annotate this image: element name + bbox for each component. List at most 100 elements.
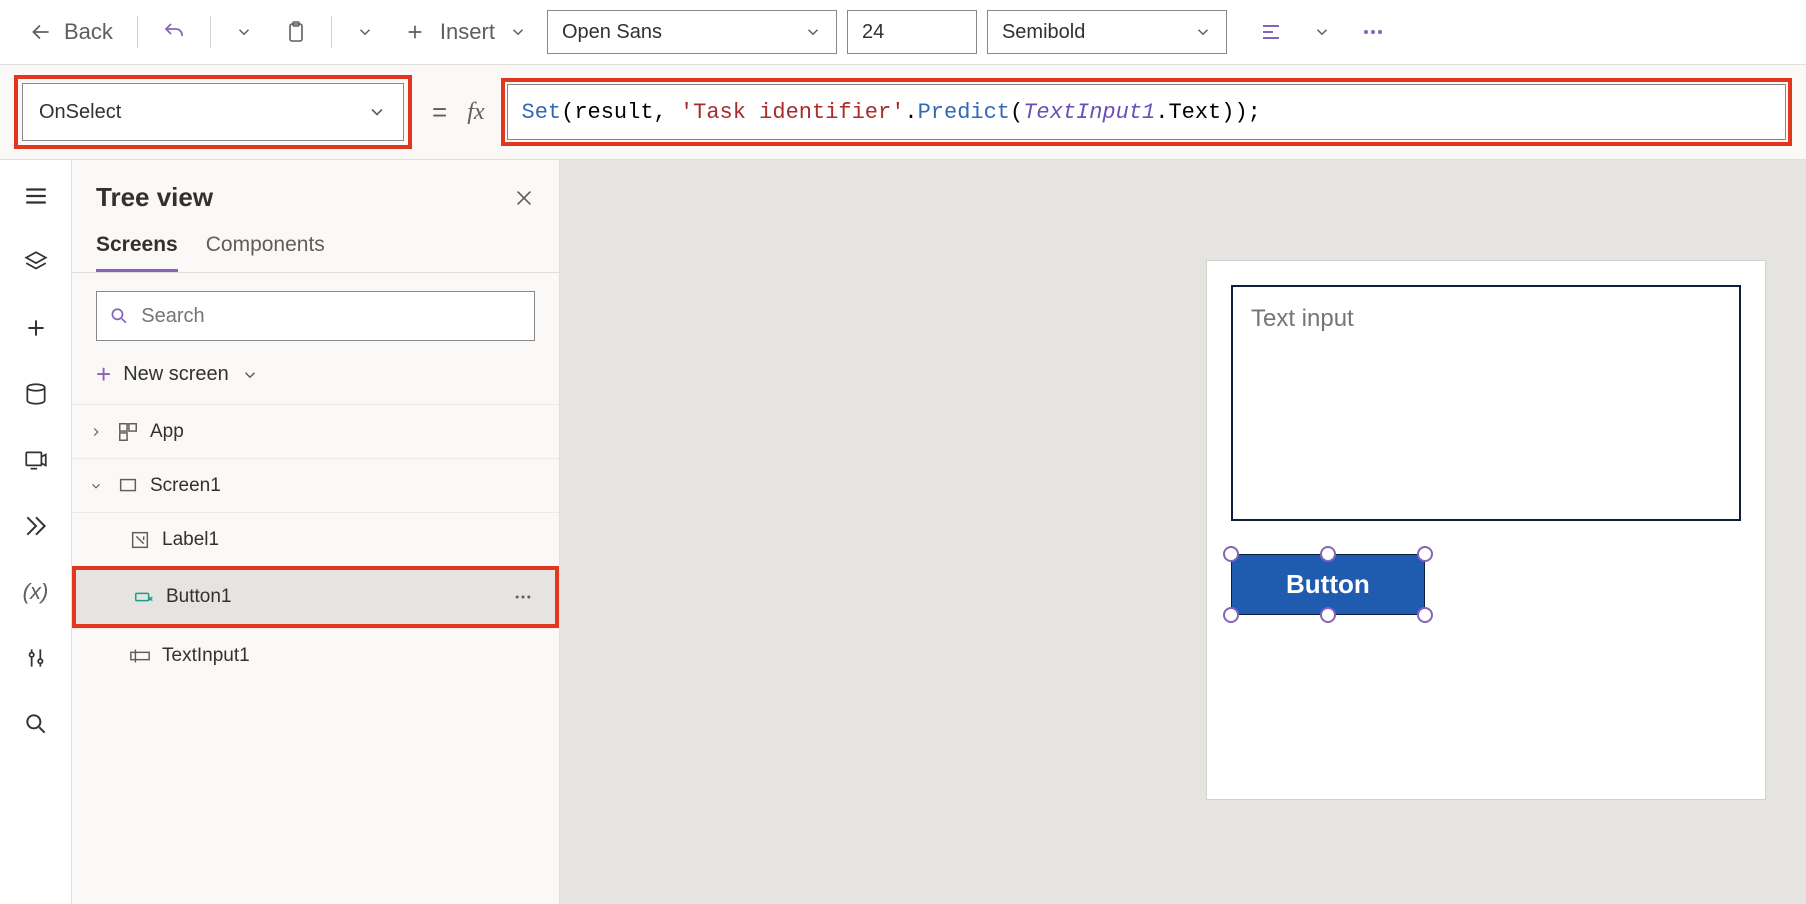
tree-item-label: Button1 [166,586,232,608]
formula-token: .Text)); [1155,100,1261,125]
separator [210,16,211,48]
hamburger-button[interactable] [12,172,60,220]
chevron-down-icon [1194,23,1212,41]
new-screen-button[interactable]: + New screen [72,351,559,404]
button-icon [132,586,156,608]
formula-token: Set [522,100,562,125]
back-button[interactable]: Back [18,13,123,51]
equals-sign: = [428,97,451,128]
search-icon [23,711,49,737]
more-icon [513,587,533,607]
variable-icon: (x) [23,579,49,605]
app-icon [116,421,140,443]
chevron-down-icon [235,23,253,41]
paste-button[interactable] [273,14,317,50]
tree-item-textinput1[interactable]: TextInput1 [72,628,559,682]
more-button[interactable] [1351,14,1395,50]
chevron-down-icon [86,479,106,493]
clipboard-icon [283,20,307,44]
tree-tabs: Screens Components [72,223,559,273]
label-icon [128,529,152,551]
tools-rail-button[interactable] [12,634,60,682]
tree-view-button[interactable] [12,238,60,286]
flow-icon [23,513,49,539]
tree-item-screen1[interactable]: Screen1 [72,458,559,512]
font-size-input[interactable]: 24 [847,10,977,54]
undo-icon [162,20,186,44]
align-dropdown[interactable] [1303,17,1341,47]
formula-bar: OnSelect = fx Set(result, 'Task identifi… [0,65,1806,160]
formula-input[interactable]: Set(result, 'Task identifier'.Predict(Te… [507,84,1786,140]
chevron-down-icon [356,23,374,41]
insert-label: Insert [440,19,495,45]
insert-rail-button[interactable] [12,304,60,352]
canvas-button[interactable]: Button [1231,554,1425,615]
media-icon [23,447,49,473]
tree-search-input[interactable] [141,305,522,328]
tree-header: Tree view [72,160,559,223]
separator [137,16,138,48]
formula-token: 'Task identifier' [680,100,904,125]
tree-item-label: Screen1 [150,475,221,497]
selection-handle[interactable] [1417,607,1433,623]
tree-list: App Screen1 Label1 Button1 TextInp [72,404,559,904]
formula-token: . [904,100,917,125]
chevron-right-icon [86,425,106,439]
textinput-icon [128,645,152,667]
tab-components[interactable]: Components [206,233,325,272]
hamburger-icon [23,183,49,209]
main-area: (x) Tree view Screens Components + New s… [0,160,1806,904]
top-toolbar: Back Insert Open Sans 24 Semibold [0,0,1806,65]
new-screen-label: New screen [123,363,229,386]
tree-view-panel: Tree view Screens Components + New scree… [72,160,560,904]
formula-highlight: Set(result, 'Task identifier'.Predict(Te… [501,78,1792,146]
tree-item-highlight: Button1 [72,566,559,628]
chevron-down-icon [367,102,387,122]
canvas-text-input[interactable] [1231,285,1741,521]
tree-item-button1[interactable]: Button1 [76,570,555,624]
undo-dropdown[interactable] [225,17,263,47]
tree-item-label1[interactable]: Label1 [72,512,559,566]
close-icon [513,187,535,209]
left-rail: (x) [0,160,72,904]
automate-rail-button[interactable] [12,502,60,550]
tools-icon [23,645,49,671]
app-screen[interactable]: Button [1206,260,1766,800]
selection-handle[interactable] [1320,607,1336,623]
close-button[interactable] [513,187,535,209]
back-label: Back [64,19,113,45]
formula-token: Predict [918,100,1010,125]
undo-button[interactable] [152,14,196,50]
search-rail-button[interactable] [12,700,60,748]
formula-token: TextInput1 [1023,100,1155,125]
formula-token: (result, [561,100,680,125]
search-icon [109,305,129,327]
canvas[interactable]: Button [560,160,1806,904]
selection-handle[interactable] [1223,546,1239,562]
plus-icon: + [96,359,111,390]
tree-item-label: App [150,421,184,443]
font-size-value: 24 [862,21,884,44]
variables-rail-button[interactable]: (x) [12,568,60,616]
selection-handle[interactable] [1417,546,1433,562]
font-weight-select[interactable]: Semibold [987,10,1227,54]
selection-handle[interactable] [1320,546,1336,562]
tab-screens[interactable]: Screens [96,233,178,272]
data-rail-button[interactable] [12,370,60,418]
tree-item-app[interactable]: App [72,404,559,458]
chevron-down-icon [804,23,822,41]
property-selector[interactable]: OnSelect [22,83,404,141]
media-rail-button[interactable] [12,436,60,484]
selection-handle[interactable] [1223,607,1239,623]
paste-dropdown[interactable] [346,17,384,47]
plus-icon [23,315,49,341]
font-family-select[interactable]: Open Sans [547,10,837,54]
canvas-button-selection: Button [1231,554,1425,615]
font-family-value: Open Sans [562,21,662,44]
more-button[interactable] [505,587,541,607]
tree-search[interactable] [96,291,535,341]
insert-button[interactable]: Insert [394,13,537,51]
align-button[interactable] [1249,14,1293,50]
chevron-down-icon [241,366,259,384]
tree-item-label: Label1 [162,529,219,551]
